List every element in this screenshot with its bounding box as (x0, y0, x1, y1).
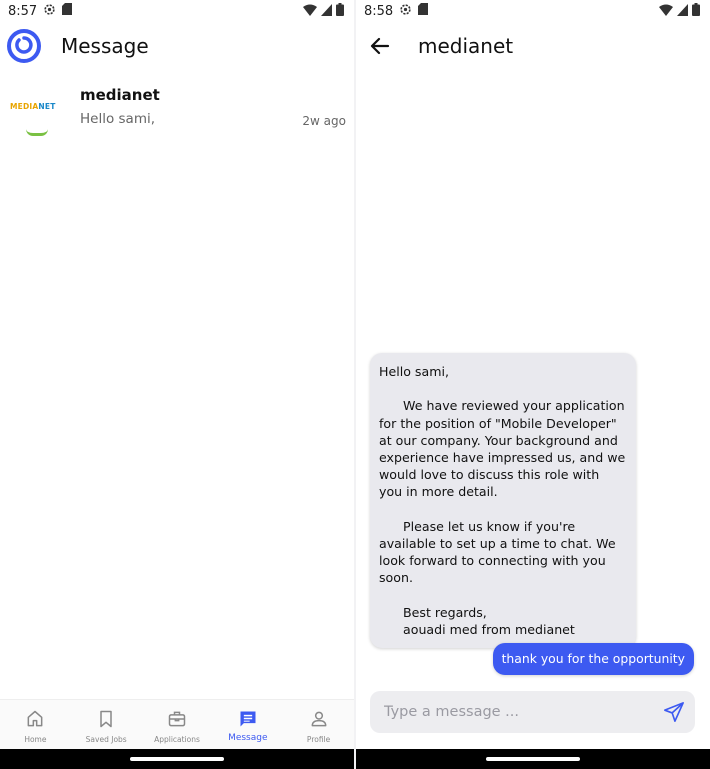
conversation-preview: Hello sami, (80, 111, 156, 127)
person-icon (311, 711, 326, 727)
nav-label-profile: Profile (306, 735, 331, 744)
nav-item-applications[interactable]: Applications (142, 700, 213, 749)
nav-item-profile[interactable]: Profile (283, 700, 354, 749)
sd-card-icon (418, 3, 429, 19)
nav-label-message: Message (228, 733, 268, 743)
wifi-icon (303, 4, 317, 20)
outgoing-message-bubble: thank you for the opportunity (492, 643, 694, 675)
company-logo: MEDIANET (8, 88, 66, 136)
battery-icon (336, 3, 344, 20)
nav-item-saved-jobs[interactable]: Saved Jobs (71, 700, 142, 749)
home-gesture-handle[interactable] (486, 757, 580, 761)
sd-card-icon (62, 3, 73, 19)
battery-icon (692, 3, 700, 20)
conversation-time: 2w ago (302, 114, 346, 128)
messages-list-screen: 8:57 Message MEDIANET medianet Hello sam… (0, 0, 354, 769)
nav-label-home: Home (24, 735, 47, 744)
bottom-navigation: Home Saved Jobs Applications Message Pro… (0, 699, 354, 749)
message-icon (240, 711, 256, 727)
home-icon (27, 710, 43, 727)
nav-item-home[interactable]: Home (0, 700, 71, 749)
settings-status-icon (399, 3, 412, 20)
back-arrow-icon[interactable] (368, 34, 392, 58)
status-bar: 8:57 (0, 0, 354, 22)
outgoing-message-text: thank you for the opportunity (501, 651, 685, 666)
send-icon[interactable] (663, 701, 685, 723)
chat-title: medianet (418, 34, 514, 58)
signal-icon (677, 3, 688, 20)
incoming-message-text: Hello sami, We have reviewed your applic… (379, 364, 626, 638)
nav-label-saved-jobs: Saved Jobs (85, 735, 127, 744)
wifi-icon (659, 4, 673, 20)
status-time: 8:58 (364, 3, 394, 19)
settings-status-icon (43, 3, 56, 20)
bookmark-icon (100, 710, 112, 728)
gesture-bar (356, 749, 710, 769)
nav-label-applications: Applications (154, 735, 200, 744)
message-composer (370, 691, 695, 733)
app-bar: medianet (356, 22, 710, 70)
page-title: Message (61, 34, 149, 58)
status-bar: 8:58 (356, 0, 710, 22)
incoming-message-bubble: Hello sami, We have reviewed your applic… (370, 353, 636, 649)
gesture-bar (0, 749, 354, 769)
chat-screen: 8:58 medianet Hello sami, We have review… (356, 0, 710, 769)
message-input[interactable] (370, 691, 650, 733)
signal-icon (321, 3, 332, 20)
status-time: 8:57 (8, 3, 38, 19)
conversation-item[interactable]: MEDIANET medianet Hello sami, 2w ago (0, 78, 354, 142)
home-gesture-handle[interactable] (130, 757, 224, 761)
app-bar: Message (0, 22, 354, 70)
app-logo-icon (7, 29, 41, 63)
briefcase-icon (168, 711, 186, 727)
conversation-name: medianet (80, 86, 160, 104)
nav-item-message[interactable]: Message (212, 700, 283, 749)
